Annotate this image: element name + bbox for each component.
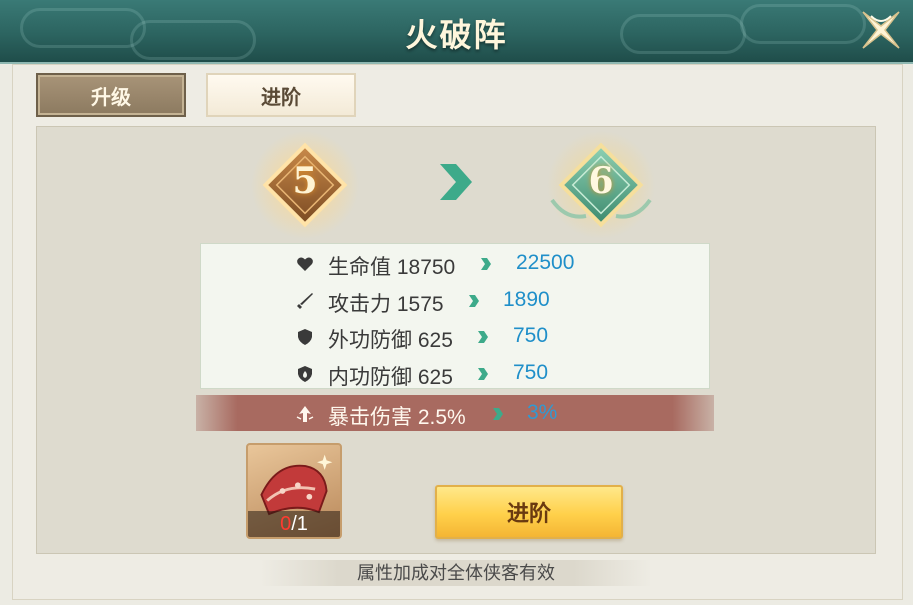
- footer-note: 属性加成对全体侠客有效: [260, 560, 652, 586]
- heart-icon: [297, 257, 313, 271]
- stat-to-value: 750: [513, 324, 549, 347]
- material-need: /1: [291, 513, 308, 535]
- stat-label: 生命值 18750: [328, 256, 456, 279]
- stat-label: 内功防御 625: [328, 366, 453, 389]
- flame-shield-icon: [298, 366, 312, 382]
- next-level-number: 6: [588, 160, 614, 202]
- close-icon: [862, 11, 900, 49]
- title-bar: 火破阵: [0, 0, 913, 64]
- stat-row: 生命值 18750 22500: [0, 249, 912, 279]
- window-title: 火破阵: [405, 17, 508, 53]
- stat-from-value: 2.5%: [417, 406, 466, 429]
- stat-from-value: 625: [417, 366, 453, 389]
- close-button[interactable]: [857, 6, 905, 54]
- chevron-right-icon: [469, 295, 479, 307]
- tab-advance[interactable]: 进阶: [206, 73, 356, 117]
- stat-row: 攻击力 1575 1890: [0, 286, 912, 316]
- highlight-stat-row: 暴击伤害 2.5% 3%: [0, 399, 912, 429]
- crit-arrow-icon: [296, 406, 314, 422]
- stat-label: 外功防御 625: [328, 329, 453, 352]
- current-level-badge: 5: [250, 130, 360, 240]
- current-level-number: 5: [292, 160, 318, 202]
- stat-from-value: 18750: [396, 256, 456, 279]
- stat-label: 攻击力 1575: [328, 293, 444, 316]
- chevron-right-icon: [493, 408, 503, 420]
- chevron-right-icon: [481, 258, 491, 270]
- stat-to-value: 3%: [527, 401, 558, 424]
- stat-to-value: 750: [513, 361, 549, 384]
- sword-icon: [297, 293, 313, 309]
- chevron-right-icon: [478, 331, 488, 343]
- next-level-badge: 6: [546, 130, 656, 240]
- advance-button[interactable]: 进阶: [435, 485, 623, 539]
- stat-label: 暴击伤害 2.5%: [328, 406, 466, 429]
- tab-upgrade[interactable]: 升级: [36, 73, 186, 117]
- stat-to-value: 1890: [503, 288, 550, 311]
- chevron-right-icon: [478, 368, 488, 380]
- stat-row: 内功防御 625 750: [0, 359, 912, 389]
- material-have: 0: [280, 513, 292, 535]
- stat-from-value: 1575: [396, 293, 444, 316]
- stat-row: 外功防御 625 750: [0, 322, 912, 352]
- shield-icon: [298, 329, 312, 345]
- material-item-slot[interactable]: 0/1: [246, 443, 342, 539]
- stat-from-value: 625: [417, 329, 453, 352]
- material-count: 0/1: [248, 511, 340, 537]
- next-arrow-icon: [440, 164, 472, 200]
- stat-to-value: 22500: [516, 251, 575, 274]
